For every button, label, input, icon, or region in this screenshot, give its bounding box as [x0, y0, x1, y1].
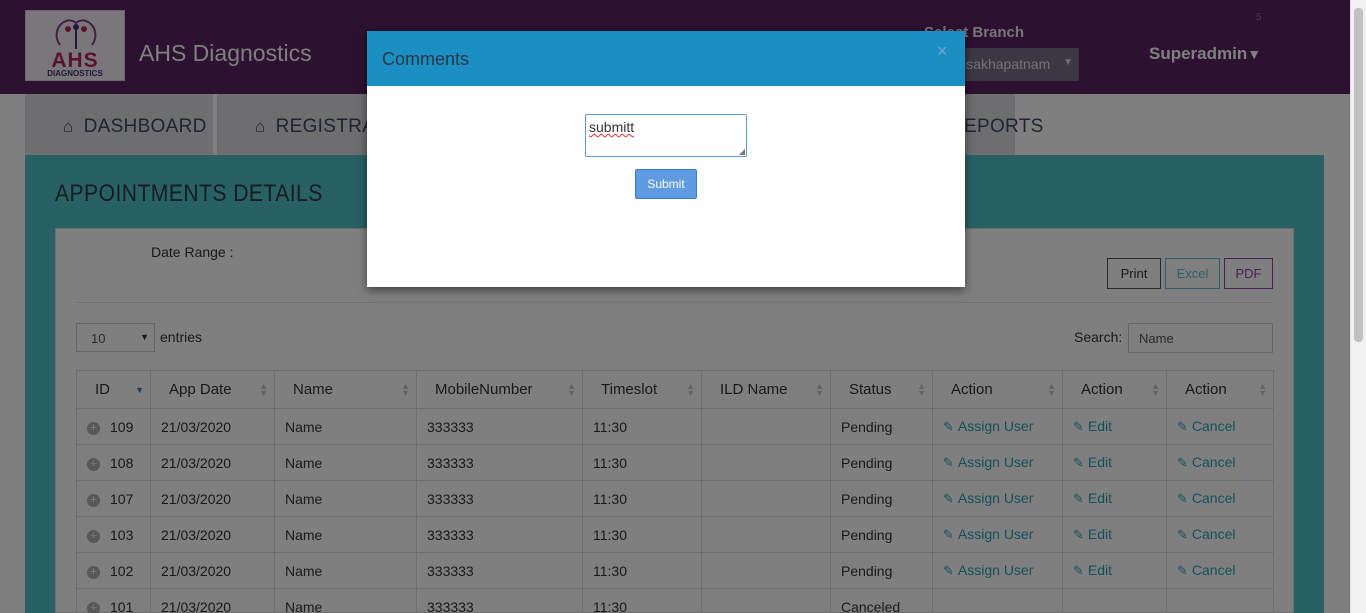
comment-text: submitt — [589, 119, 635, 135]
comments-modal: Comments × submitt ◢ Submit — [367, 31, 965, 287]
resize-grip-icon[interactable]: ◢ — [739, 147, 745, 156]
modal-title: Comments — [382, 49, 470, 69]
comment-textarea[interactable]: submitt ◢ — [585, 114, 747, 157]
close-icon[interactable]: × — [937, 41, 948, 62]
modal-header: Comments × — [367, 31, 965, 86]
page-scrollbar[interactable] — [1350, 0, 1366, 613]
submit-button[interactable]: Submit — [635, 169, 697, 199]
scrollbar-thumb[interactable] — [1354, 8, 1363, 342]
